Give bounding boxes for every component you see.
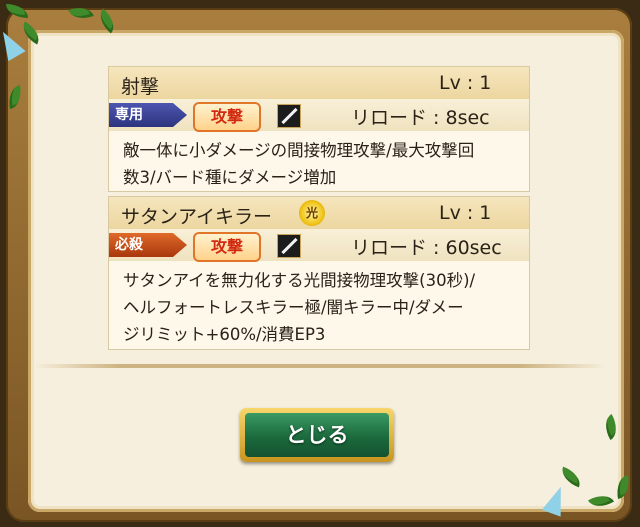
description-line: 数3/バード種にダメージ増加 — [123, 168, 337, 187]
skill-card-header: サタンアイキラー 光 Lv : 1 — [109, 197, 529, 229]
skill-card-header: 射撃 Lv : 1 — [109, 67, 529, 99]
skill-level: Lv : 1 — [439, 202, 492, 224]
skill-description: サタンアイを無力化する光間接物理攻撃(30秒)/ ヘルフォートレスキラー極/闇キ… — [109, 261, 529, 354]
skill-info-row: 必殺 攻撃 リロード : 60sec — [109, 229, 529, 262]
description-line: ヘルフォートレスキラー極/闇キラー中/ダメー — [123, 298, 464, 317]
sword-icon — [277, 234, 301, 258]
skill-card-satan-eye-killer: サタンアイキラー 光 Lv : 1 必殺 攻撃 リロード : 60sec サタン… — [108, 196, 530, 350]
skill-name: 射撃 — [121, 76, 160, 98]
sword-icon — [277, 104, 301, 128]
skill-description: 敵一体に小ダメージの間接物理攻撃/最大攻撃回 数3/バード種にダメージ増加 — [109, 131, 529, 197]
description-line: 敵一体に小ダメージの間接物理攻撃/最大攻撃回 — [123, 141, 475, 160]
reload-time: リロード : 8sec — [351, 107, 490, 129]
close-button-label: とじる — [245, 413, 389, 457]
light-element-icon: 光 — [299, 200, 325, 226]
description-line: サタンアイを無力化する光間接物理攻撃(30秒)/ — [123, 271, 476, 290]
skill-type-tag: 専用 — [109, 103, 187, 127]
close-button[interactable]: とじる — [240, 408, 394, 462]
attack-category-badge: 攻撃 — [193, 232, 261, 262]
skill-info-row: 専用 攻撃 リロード : 8sec — [109, 99, 529, 132]
attack-category-badge: 攻撃 — [193, 102, 261, 132]
skill-card-shoot: 射撃 Lv : 1 専用 攻撃 リロード : 8sec 敵一体に小ダメージの間接… — [108, 66, 530, 192]
description-line: ジリミット+60%/消費EP3 — [123, 325, 326, 344]
skill-level: Lv : 1 — [439, 72, 492, 94]
section-divider — [34, 364, 606, 368]
skill-name: サタンアイキラー — [121, 206, 273, 228]
skill-type-tag: 必殺 — [109, 233, 187, 257]
reload-time: リロード : 60sec — [351, 237, 502, 259]
